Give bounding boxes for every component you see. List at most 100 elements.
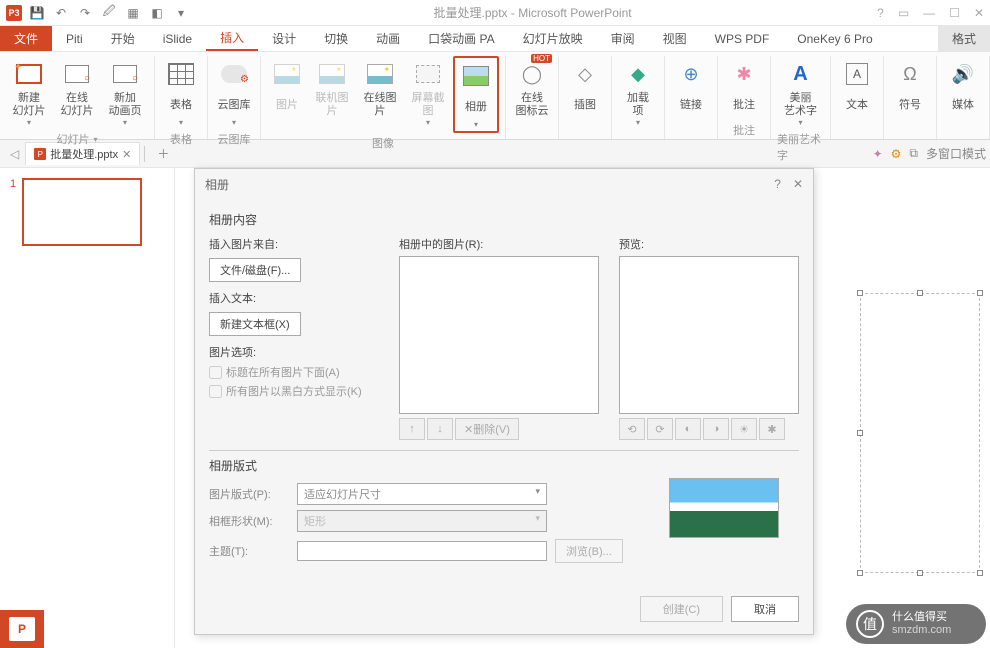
rotate-right-button[interactable]: ⟳ [647,418,673,440]
resize-handle[interactable] [977,290,983,296]
tab-animation[interactable]: 动画 [362,26,414,51]
links-button[interactable]: ⊕ 链接 [671,56,711,120]
chevron-down-icon: ▾ [798,118,802,127]
ribbon-group-text: A 文本 [831,56,884,139]
tab-prev-icon[interactable]: ◁ [10,147,19,161]
thumbnail-item[interactable]: 1 [10,178,164,246]
online-slide-button[interactable]: 在线幻灯片 [54,56,100,120]
ribbon-group-iconcloud: HOT ◯ 在线图标云 [506,56,559,139]
maximize-icon[interactable]: ☐ [949,6,960,20]
bw-checkbox[interactable] [209,385,222,398]
online-slide-icon [65,65,89,83]
table-button[interactable]: 表格 ▾ [161,56,201,129]
new-doc-tab-icon[interactable]: ＋ [157,145,169,162]
tab-insert[interactable]: 插入 [206,26,258,51]
tab-islide[interactable]: iSlide [149,26,206,51]
brightness-up-button[interactable]: ☀ [731,418,757,440]
qat-icon-3[interactable]: ◧ [150,6,164,20]
tab-home[interactable]: 开始 [97,26,149,51]
tab-file[interactable]: 文件 [0,26,52,51]
illustration-button[interactable]: ◇ 插图 [565,56,605,120]
caption-checkbox-row[interactable]: 标题在所有图片下面(A) [209,364,379,380]
quick-access-toolbar: 💾 ↶ ↷ 🖉 ▦ ◧ ▾ [30,6,188,20]
resize-handle[interactable] [857,290,863,296]
contrast-down-button[interactable]: ◑ [703,418,729,440]
addins-button[interactable]: ◆ 加载项 ▾ [618,56,658,129]
brightness-down-button[interactable]: ✱ [759,418,785,440]
ribbon-group-media: 🔊 媒体 [937,56,990,139]
text-icon: A [846,63,868,85]
tab-piti[interactable]: Piti [52,26,97,51]
tab-wps-pdf[interactable]: WPS PDF [701,26,784,51]
file-disk-button[interactable]: 文件/磁盘(F)... [209,258,301,282]
screenshot-button[interactable]: 屏幕截图 ▾ [405,56,451,129]
cloudlib-button[interactable]: 云图库 ▾ [214,56,254,129]
contrast-up-button[interactable]: ◐ [675,418,701,440]
taskbar-app[interactable]: P [0,610,44,648]
qat-icon-2[interactable]: ▦ [126,6,140,20]
picture-button[interactable]: 图片 [267,56,307,120]
album-button[interactable]: 相册 ▾ [453,56,499,133]
tab-slideshow[interactable]: 幻灯片放映 [509,26,597,51]
magic-icon[interactable]: ✦ [873,147,883,161]
media-button[interactable]: 🔊 媒体 [943,56,983,120]
tab-review[interactable]: 审阅 [597,26,649,51]
new-anim-button[interactable]: 新加动画页 ▾ [102,56,148,129]
symbol-button[interactable]: Ω 符号 [890,56,930,120]
minimize-icon[interactable]: — [923,6,935,20]
help-icon[interactable]: ? [877,6,884,20]
comment-button[interactable]: ✱ 批注 [724,56,764,120]
bw-checkbox-row[interactable]: 所有图片以黑白方式显示(K) [209,383,379,399]
online-picture-button[interactable]: 联机图片 [309,56,355,120]
multiwindow-icon[interactable]: ⧉ [909,146,918,161]
wordart-button[interactable]: A 美丽艺术字 ▾ [781,56,821,129]
media-icon: 🔊 [947,58,979,90]
resize-handle[interactable] [857,430,863,436]
tab-view[interactable]: 视图 [649,26,701,51]
textbox-placeholder[interactable] [860,293,980,573]
tab-transition[interactable]: 切换 [310,26,362,51]
multiwindow-label[interactable]: 多窗口模式 [926,145,986,162]
cancel-button[interactable]: 取消 [731,596,799,622]
qat-icon-1[interactable]: 🖉 [102,6,116,20]
online-picture2-button[interactable]: 在线图片 [357,56,403,120]
tab-pocket-anim[interactable]: 口袋动画 PA [414,26,508,51]
dialog-titlebar: 相册 ? ✕ [195,169,813,199]
redo-icon[interactable]: ↷ [78,6,92,20]
undo-icon[interactable]: ↶ [54,6,68,20]
remove-button[interactable]: ✕ 删除(V) [455,418,519,440]
resize-handle[interactable] [917,570,923,576]
caption-checkbox[interactable] [209,366,222,379]
qat-dropdown-icon[interactable]: ▾ [174,6,188,20]
gear-icon[interactable]: ⚙ [891,147,902,161]
move-up-button[interactable]: ↑ [399,418,425,440]
ribbon-group-links: ⊕ 链接 [665,56,718,139]
chevron-down-icon: ▾ [535,486,540,502]
save-icon[interactable]: 💾 [30,6,44,20]
cloud-icon [221,65,247,83]
dialog-help-icon[interactable]: ? [774,177,781,191]
tab-format[interactable]: 格式 [938,26,990,51]
ribbon-toggle-icon[interactable]: ▭ [898,6,909,20]
tab-onekey[interactable]: OneKey 6 Pro [783,26,886,51]
frame-shape-dropdown: 矩形▾ [297,510,547,532]
dialog-close-icon[interactable]: ✕ [793,177,803,191]
thumbnail-preview[interactable] [22,178,142,246]
close-icon[interactable]: ✕ [974,6,984,20]
resize-handle[interactable] [857,570,863,576]
resize-handle[interactable] [917,290,923,296]
text-button[interactable]: A 文本 [837,56,877,120]
album-icon [463,66,489,86]
move-down-button[interactable]: ↓ [427,418,453,440]
resize-handle[interactable] [977,570,983,576]
doc-tab-close-icon[interactable]: ✕ [122,148,131,161]
new-textbox-button[interactable]: 新建文本框(X) [209,312,301,336]
chevron-down-icon: ▾ [27,118,31,127]
iconcloud-button[interactable]: HOT ◯ 在线图标云 [512,56,552,120]
tab-design[interactable]: 设计 [258,26,310,51]
rotate-left-button[interactable]: ⟲ [619,418,645,440]
album-pictures-listbox[interactable] [399,256,599,414]
pic-layout-dropdown[interactable]: 适应幻灯片尺寸▾ [297,483,547,505]
new-slide-button[interactable]: 新建幻灯片 ▾ [6,56,52,129]
theme-input[interactable] [297,541,547,561]
